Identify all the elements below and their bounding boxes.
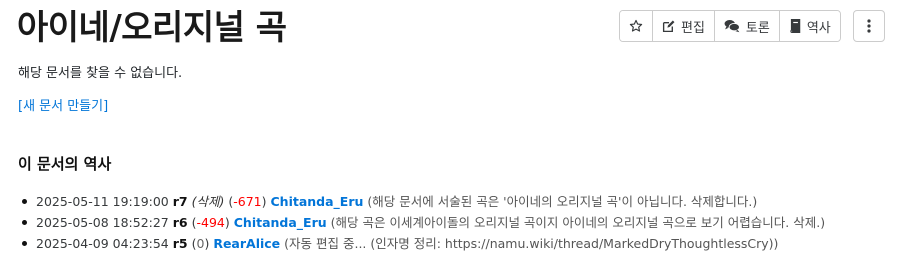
delete-action-label: (삭제) <box>191 194 225 209</box>
history-button[interactable]: 역사 <box>779 11 840 41</box>
edit-button-label: 편집 <box>681 20 705 36</box>
edit-comment: (자동 편집 중... (인자명 정리: https://namu.wiki/t… <box>284 236 779 251</box>
document-toolbar: 편집 토론 역사 <box>619 10 885 42</box>
comments-icon <box>724 20 740 33</box>
history-button-label: 역사 <box>806 20 831 36</box>
revision-link[interactable]: r7 <box>173 194 188 209</box>
edit-icon <box>662 20 675 32</box>
more-options-button[interactable] <box>852 10 885 42</box>
vertical-ellipsis-icon <box>867 19 871 33</box>
change-close-paren: ) <box>224 215 230 230</box>
user-link[interactable]: Chitanda_Eru <box>234 215 327 230</box>
user-link[interactable]: Chitanda_Eru <box>271 194 364 209</box>
history-item: 2025-04-09 04:23:54 r5 (0) RearAlice (자동… <box>21 233 825 254</box>
create-document-link[interactable]: [새 문서 만들기] <box>18 98 108 116</box>
revision-link[interactable]: r5 <box>173 236 188 251</box>
edit-comment: (해당 곡은 이세계아이돌의 오리지널 곡이지 아이네의 오리지널 곡으로 보기… <box>330 215 826 230</box>
change-close-paren: ) <box>261 194 267 209</box>
revision-link[interactable]: r6 <box>173 215 188 230</box>
change-size: -494 <box>196 215 225 230</box>
discuss-button[interactable]: 토론 <box>714 11 780 41</box>
history-datetime: 2025-04-09 04:23:54 <box>36 236 169 251</box>
change-size: -671 <box>233 194 262 209</box>
user-link[interactable]: RearAlice <box>213 236 280 251</box>
history-list: 2025-05-11 19:19:00 r7 (삭제) (-671) Chita… <box>21 191 826 254</box>
edit-button[interactable]: 편집 <box>653 11 715 41</box>
page-title: 아이네/오리지널 곡 <box>17 8 287 48</box>
history-section-title: 이 문서의 역사 <box>18 155 112 173</box>
star-icon <box>629 19 643 32</box>
discuss-button-label: 토론 <box>745 20 770 36</box>
history-item: 2025-05-11 19:19:00 r7 (삭제) (-671) Chita… <box>21 191 825 212</box>
book-icon <box>790 19 801 33</box>
star-button[interactable] <box>620 11 653 41</box>
change-close-paren: ) <box>204 236 210 251</box>
toolbar-button-group: 편집 토론 역사 <box>619 10 841 42</box>
history-item: 2025-05-08 18:52:27 r6 (-494) Chitanda_E… <box>21 212 826 233</box>
history-datetime: 2025-05-08 18:52:27 <box>36 215 169 230</box>
edit-comment: (해당 문서에 서술된 곡은 '아이네의 오리지널 곡'이 아닙니다. 삭제합니… <box>367 194 758 209</box>
not-found-notice: 해당 문서를 찾을 수 없습니다. <box>18 66 183 81</box>
history-datetime: 2025-05-11 19:19:00 <box>36 194 169 209</box>
